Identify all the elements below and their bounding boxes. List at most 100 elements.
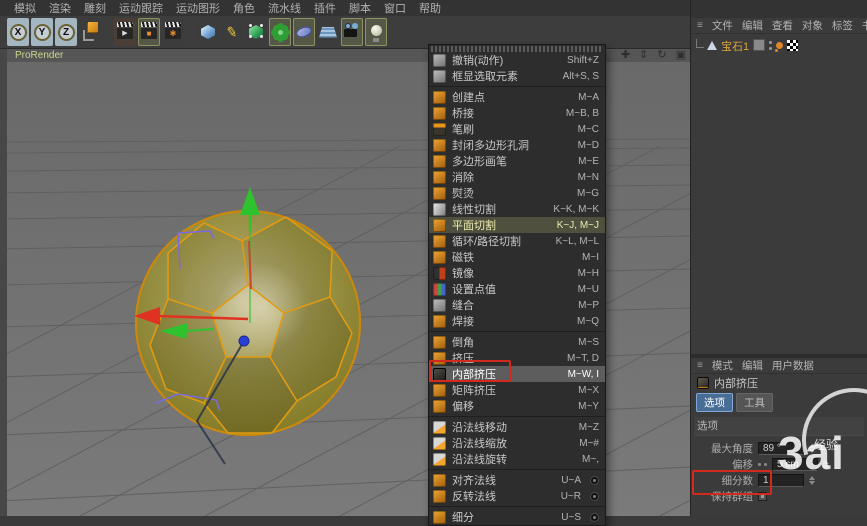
context-menu-item[interactable]: 封闭多边形孔洞 M~D	[429, 137, 605, 153]
object-tree-row[interactable]: 宝石1	[691, 37, 867, 54]
menubar-item[interactable]: 脚本	[349, 0, 371, 16]
menu-item-shortcut: M~S	[578, 337, 599, 348]
lock-y-axis-button[interactable]: Y	[31, 18, 53, 46]
menubar-item[interactable]: 角色	[233, 0, 255, 16]
context-menu-item[interactable]: 设置点值 M~U	[429, 281, 605, 297]
context-menu-item[interactable]: 平面切割 K~J, M~J	[429, 217, 605, 233]
context-menu-item[interactable]: 熨烫 M~G	[429, 185, 605, 201]
attribute-tab[interactable]: 工具	[736, 393, 773, 412]
context-menu-item[interactable]: 框显选取元素 Alt+S, S	[429, 68, 605, 84]
spline-pen-button[interactable]	[221, 18, 243, 46]
primitive-cube-button[interactable]	[197, 18, 219, 46]
menubar-item[interactable]: 插件	[314, 0, 336, 16]
object-manager-menu-item[interactable]: 标签	[832, 18, 853, 33]
context-menu-item[interactable]: 线性切割 K~K, M~K	[429, 201, 605, 217]
context-menu-item[interactable]: 矩阵挤压 M~X	[429, 382, 605, 398]
extrude-icon	[433, 352, 446, 365]
context-menu-item[interactable]: 创建点 M~A	[429, 89, 605, 105]
context-menu-item[interactable]: 消除 M~N	[429, 169, 605, 185]
context-menu-item[interactable]: 桥接 M~B, B	[429, 105, 605, 121]
toolbar-separator[interactable]	[103, 18, 112, 46]
light-button[interactable]	[365, 18, 387, 46]
coordinate-system-button[interactable]	[79, 18, 101, 46]
context-menu-item[interactable]: 反转法线 U~R	[429, 488, 605, 504]
viewport-left-edge	[0, 49, 7, 516]
object-manager-menu-item[interactable]: 文件	[712, 18, 733, 33]
render-view-button[interactable]	[114, 18, 136, 46]
menu-item-shortcut: M~N	[578, 172, 599, 183]
attribute-tab[interactable]: 选项	[696, 393, 733, 412]
context-menu-item[interactable]: 细分 U~S	[429, 509, 605, 525]
object-manager-menu-item[interactable]: 编辑	[742, 18, 763, 33]
context-menu-item[interactable]: 沿法线旋转 M~,	[429, 451, 605, 467]
attribute-value-input[interactable]: 5 cm	[772, 458, 818, 471]
context-menu-item[interactable]: 焊接 M~Q	[429, 313, 605, 329]
attribute-manager-menu-item[interactable]: 用户数据	[772, 358, 814, 373]
menubar-item[interactable]: 渲染	[49, 0, 71, 16]
toolbar-separator[interactable]	[186, 18, 195, 46]
attribute-value-input[interactable]: 89 °	[758, 442, 804, 455]
context-menu-item[interactable]: 缝合 M~P	[429, 297, 605, 313]
array-modeling-button[interactable]	[269, 18, 291, 46]
toggle-layout-icon[interactable]: ▣	[676, 50, 686, 61]
rotate-view-icon[interactable]: ↻	[657, 50, 666, 61]
texture-tag-icon[interactable]	[787, 40, 798, 51]
object-manager-menu-item[interactable]: 书签	[862, 18, 867, 33]
render-picture-viewer-button[interactable]	[138, 18, 160, 46]
display-tag-icon[interactable]	[753, 39, 765, 51]
menu-item-label: 镜像	[452, 265, 474, 281]
lock-z-axis-button[interactable]: Z	[55, 18, 77, 46]
inner-extrude-icon	[697, 377, 709, 389]
context-menu-item[interactable]: 对齐法线 U~A	[429, 472, 605, 488]
menubar-item[interactable]: 窗口	[384, 0, 406, 16]
object-manager-menu-item[interactable]: 查看	[772, 18, 793, 33]
menubar-item[interactable]: 运动跟踪	[119, 0, 163, 16]
selection-tag-icon[interactable]	[776, 42, 783, 49]
value-stepper[interactable]	[809, 444, 815, 453]
context-menu-item[interactable]: 撤销(动作) Shift+Z	[429, 52, 605, 68]
attribute-value-input[interactable]: 1	[758, 474, 804, 487]
menubar-item[interactable]: 雕刻	[84, 0, 106, 16]
context-menu-item[interactable]: 磁铁 M~I	[429, 249, 605, 265]
object-manager-menu-item[interactable]: 对象	[802, 18, 823, 33]
lock-x-axis-button[interactable]: X	[7, 18, 29, 46]
dolly-view-icon[interactable]: ⇕	[639, 50, 648, 61]
context-menu-item[interactable]: 偏移 M~Y	[429, 398, 605, 414]
attribute-manager-menu-item[interactable]: 编辑	[742, 358, 763, 373]
attribute-manager-menu-item[interactable]: 模式	[712, 358, 733, 373]
subdivision-surface-button[interactable]	[245, 18, 267, 46]
menu-item-shortcut: M~,	[582, 454, 599, 465]
menubar-item[interactable]: 流水线	[268, 0, 301, 16]
floor-environment-button[interactable]	[317, 18, 339, 46]
menubar-item[interactable]: 运动图形	[176, 0, 220, 16]
value-stepper[interactable]	[823, 460, 829, 469]
context-menu-item[interactable]: 循环/路径切割 K~L, M~L	[429, 233, 605, 249]
deformer-button[interactable]	[293, 18, 315, 46]
menubar-item[interactable]: 模拟	[14, 0, 36, 16]
menu-item-options-dot[interactable]	[590, 492, 599, 501]
context-menu-item[interactable]: 笔刷 M~C	[429, 121, 605, 137]
context-menu-item[interactable]: 镜像 M~H	[429, 265, 605, 281]
menu-item-options-dot[interactable]	[590, 476, 599, 485]
pan-view-icon[interactable]: ✚	[621, 50, 630, 61]
menu-item-options-dot[interactable]	[590, 513, 599, 522]
object-name[interactable]: 宝石1	[721, 38, 749, 54]
context-menu-item[interactable]: 沿法线移动 M~Z	[429, 419, 605, 435]
camera-button[interactable]	[341, 18, 363, 46]
context-menu-item[interactable]: 倒角 M~S	[429, 334, 605, 350]
render-settings-button[interactable]	[162, 18, 184, 46]
weld-icon	[433, 315, 446, 328]
context-menu-item[interactable]: 沿法线缩放 M~#	[429, 435, 605, 451]
context-menu-item[interactable]: 挤压 M~T, D	[429, 350, 605, 366]
keyframe-dots[interactable]	[758, 463, 767, 466]
context-menu-item[interactable]: 多边形画笔 M~E	[429, 153, 605, 169]
menubar-item[interactable]: 帮助	[419, 0, 441, 16]
bridge-icon	[433, 107, 446, 120]
visibility-dots[interactable]	[769, 41, 772, 50]
attribute-checkbox[interactable]	[758, 492, 767, 501]
context-menu-item[interactable]: 内部挤压 M~W, I	[429, 366, 605, 382]
section-header[interactable]: 选项	[695, 417, 864, 436]
panel-menu-icon[interactable]: ≡	[697, 360, 703, 371]
value-stepper[interactable]	[809, 476, 815, 485]
panel-menu-icon[interactable]: ≡	[697, 20, 703, 31]
